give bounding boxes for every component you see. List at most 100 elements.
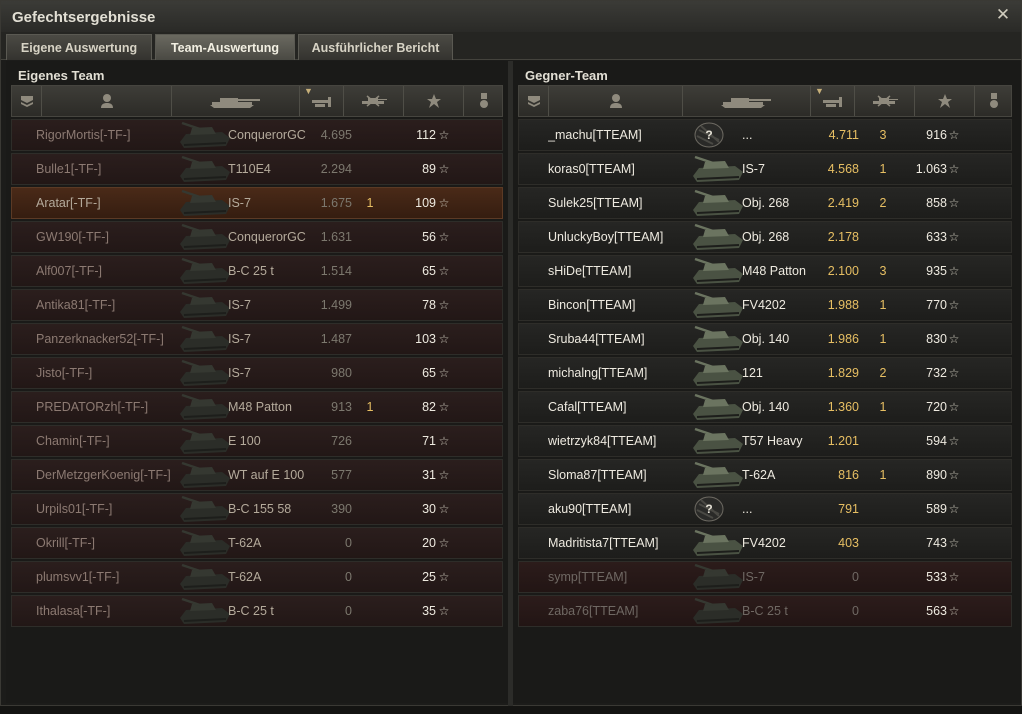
column-header-kills[interactable] xyxy=(855,86,915,116)
column-header-platoon[interactable] xyxy=(12,86,42,116)
kills-value xyxy=(362,256,378,286)
tank-icon xyxy=(689,188,747,218)
player-row[interactable]: symp[TTEAM] IS-7 0 533 ☆ xyxy=(518,561,1012,593)
xp-value: 25 xyxy=(422,570,436,584)
svg-text:?: ? xyxy=(705,128,712,142)
player-row[interactable]: Cafal[TTEAM] Obj. 140 1.360 1 720 ☆ xyxy=(518,391,1012,423)
player-row[interactable]: Sulek25[TTEAM] Obj. 268 2.419 2 858 ☆ xyxy=(518,187,1012,219)
star-icon: ☆ xyxy=(438,502,450,516)
tank-icon xyxy=(176,494,234,524)
player-row[interactable]: koras0[TTEAM] IS-7 4.568 1 1.063 ☆ xyxy=(518,153,1012,185)
player-row[interactable]: Jisto[-TF-] IS-7 980 65 ☆ xyxy=(11,357,503,389)
player-row[interactable]: PREDATORzh[-TF-] M48 Patton 913 1 82 ☆ xyxy=(11,391,503,423)
player-row[interactable]: Urpils01[-TF-] B-C 155 58 390 30 ☆ xyxy=(11,493,503,525)
player-row[interactable]: Okrill[-TF-] T-62A 0 20 ☆ xyxy=(11,527,503,559)
player-name: UnluckyBoy[TTEAM] xyxy=(548,230,664,244)
player-name: wietrzyk84[TTEAM] xyxy=(548,434,657,448)
player-row[interactable]: _machu[TTEAM]?... 4.711 3 916 ☆ xyxy=(518,119,1012,151)
star-icon: ☆ xyxy=(438,468,450,482)
star-icon: ☆ xyxy=(438,162,450,176)
kills-value: 2 xyxy=(879,366,887,380)
battle-results-window: Gefechtsergebnisse ✕ Eigene Auswertung T… xyxy=(0,0,1022,707)
player-row[interactable]: Chamin[-TF-] E 100 726 71 ☆ xyxy=(11,425,503,457)
column-header-damage[interactable]: ▼ xyxy=(811,86,855,116)
xp-star-icon xyxy=(426,93,442,109)
player-row[interactable]: Bulle1[-TF-] T110E4 2.294 89 ☆ xyxy=(11,153,503,185)
damage-value: 0 xyxy=(345,604,352,618)
player-name: Sruba44[TTEAM] xyxy=(548,332,645,346)
tank-icon xyxy=(176,460,234,490)
svg-text:?: ? xyxy=(705,502,712,516)
player-row[interactable]: plumsvv1[-TF-] T-62A 0 25 ☆ xyxy=(11,561,503,593)
sort-indicator-icon: ▼ xyxy=(304,86,313,96)
tank-icon xyxy=(689,426,747,456)
tab-team-auswertung[interactable]: Team-Auswertung xyxy=(155,34,295,60)
xp-value: 770 xyxy=(926,298,947,312)
kills-value xyxy=(362,528,378,558)
xp-value: 82 xyxy=(422,400,436,414)
player-name: Urpils01[-TF-] xyxy=(36,502,113,516)
player-name: michalng[TTEAM] xyxy=(548,366,648,380)
column-header-medal[interactable] xyxy=(464,86,504,116)
player-row[interactable]: michalng[TTEAM] 121 1.829 2 732 ☆ xyxy=(518,357,1012,389)
xp-value: 35 xyxy=(422,604,436,618)
star-icon: ☆ xyxy=(948,264,960,278)
column-header-tank[interactable] xyxy=(683,86,811,116)
column-header-player[interactable] xyxy=(42,86,172,116)
kills-value xyxy=(362,290,378,320)
tank-icon xyxy=(689,562,747,592)
player-row[interactable]: GW190[-TF-] ConquerorGC 1.631 56 ☆ xyxy=(11,221,503,253)
player-row[interactable]: aku90[TTEAM]?... 791 589 ☆ xyxy=(518,493,1012,525)
player-row[interactable]: Panzerknacker52[-TF-] IS-7 1.487 103 ☆ xyxy=(11,323,503,355)
player-row[interactable]: DerMetzgerKoenig[-TF-] WT auf E 100 577 31 ☆ xyxy=(11,459,503,491)
player-name: aku90[TTEAM] xyxy=(548,502,632,516)
xp-value: 56 xyxy=(422,230,436,244)
star-icon: ☆ xyxy=(438,230,450,244)
kills-value xyxy=(875,426,891,456)
player-row[interactable]: Sruba44[TTEAM] Obj. 140 1.986 1 830 ☆ xyxy=(518,323,1012,355)
column-header-medal[interactable] xyxy=(975,86,1013,116)
player-row[interactable]: Aratar[-TF-] IS-7 1.675 1 109 ☆ xyxy=(11,187,503,219)
kills-value: 1 xyxy=(879,298,887,312)
tab-ausfuehrlicher-bericht[interactable]: Ausführlicher Bericht xyxy=(298,34,453,60)
player-name: plumsvv1[-TF-] xyxy=(36,570,120,584)
window-title: Gefechtsergebnisse xyxy=(12,9,156,26)
player-row[interactable]: UnluckyBoy[TTEAM] Obj. 268 2.178 633 ☆ xyxy=(518,221,1012,253)
column-header-xp-star[interactable] xyxy=(915,86,975,116)
damage-value: 816 xyxy=(838,468,859,482)
star-icon: ☆ xyxy=(438,366,450,380)
damage-icon xyxy=(310,94,334,108)
player-name: Bulle1[-TF-] xyxy=(36,162,102,176)
star-icon: ☆ xyxy=(438,298,450,312)
tank-icon xyxy=(719,94,775,108)
player-row[interactable]: Alf007[-TF-] B-C 25 t 1.514 65 ☆ xyxy=(11,255,503,287)
column-header-player[interactable] xyxy=(549,86,683,116)
kills-value: 1 xyxy=(879,162,887,176)
column-header-tank[interactable] xyxy=(172,86,300,116)
player-row[interactable]: Madritista7[TTEAM] FV4202 403 743 ☆ xyxy=(518,527,1012,559)
close-icon[interactable]: ✕ xyxy=(994,6,1012,24)
player-row[interactable]: zaba76[TTEAM] B-C 25 t 0 563 ☆ xyxy=(518,595,1012,627)
player-row[interactable]: wietrzyk84[TTEAM] T57 Heavy 1.201 594 ☆ xyxy=(518,425,1012,457)
xp-value: 533 xyxy=(926,570,947,584)
damage-value: 4.568 xyxy=(827,162,859,176)
column-header-damage[interactable]: ▼ xyxy=(300,86,344,116)
kills-value: 1 xyxy=(366,400,374,414)
player-row[interactable]: Ithalasa[-TF-] B-C 25 t 0 35 ☆ xyxy=(11,595,503,627)
tank-icon xyxy=(689,528,747,558)
player-name: Bincon[TTEAM] xyxy=(548,298,636,312)
column-header-kills[interactable] xyxy=(344,86,404,116)
player-row[interactable]: sHiDe[TTEAM] M48 Patton 2.100 3 935 ☆ xyxy=(518,255,1012,287)
xp-value: 858 xyxy=(926,196,947,210)
player-row[interactable]: Sloma87[TTEAM] T-62A 816 1 890 ☆ xyxy=(518,459,1012,491)
tank-icon xyxy=(689,290,747,320)
player-row[interactable]: Bincon[TTEAM] FV4202 1.988 1 770 ☆ xyxy=(518,289,1012,321)
tank-icon xyxy=(176,188,234,218)
column-header-xp-star[interactable] xyxy=(404,86,464,116)
column-header-platoon[interactable] xyxy=(519,86,549,116)
tank-icon xyxy=(176,358,234,388)
player-row[interactable]: RigorMortis[-TF-] ConquerorGC 4.695 112 ☆ xyxy=(11,119,503,151)
player-row[interactable]: Antika81[-TF-] IS-7 1.499 78 ☆ xyxy=(11,289,503,321)
tab-eigene-auswertung[interactable]: Eigene Auswertung xyxy=(6,34,152,60)
player-name: zaba76[TTEAM] xyxy=(548,604,639,618)
